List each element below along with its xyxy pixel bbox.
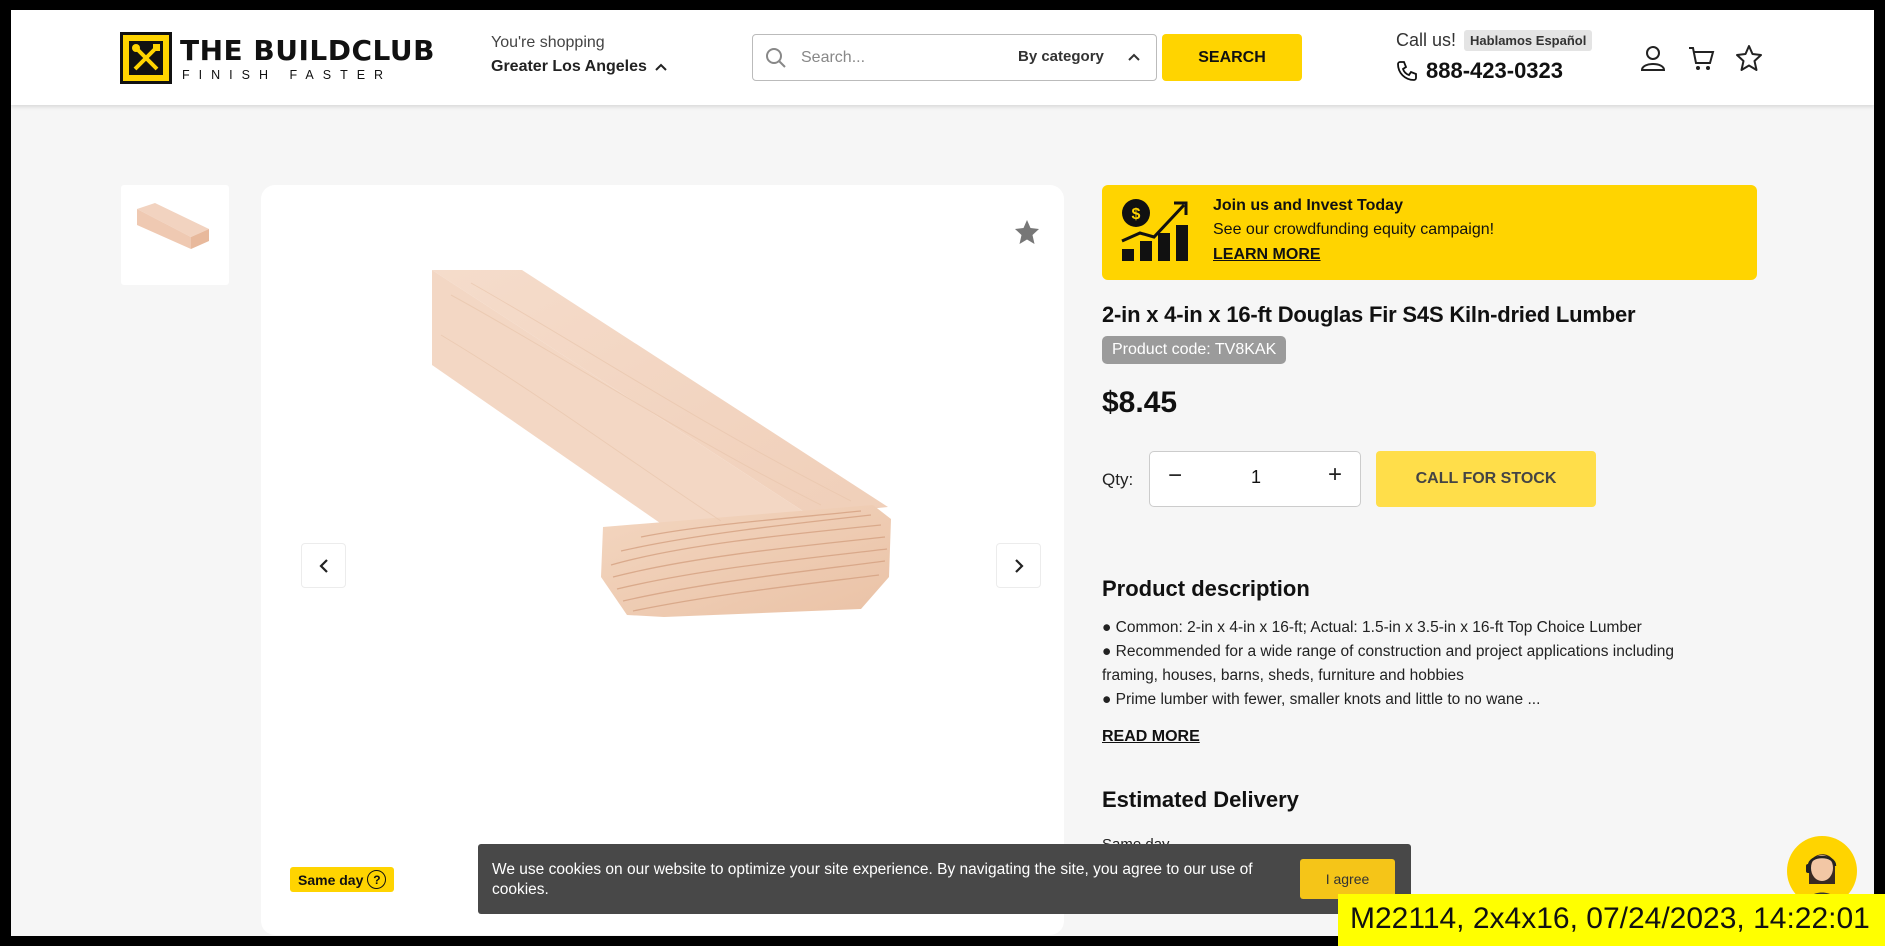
chevron-left-icon (318, 558, 328, 573)
product-image (432, 270, 891, 617)
prev-image-button[interactable] (301, 543, 346, 588)
quantity-stepper: − + (1149, 451, 1361, 507)
site-header: THE BUILDCLUB FINISH FASTER You're shopp… (11, 10, 1874, 105)
logo-wordmark: THE BUILDCLUB (180, 34, 435, 67)
logo-tagline: FINISH FASTER (182, 68, 393, 82)
logo-tools-icon (120, 32, 172, 84)
chevron-up-icon (655, 63, 667, 71)
location-selector[interactable]: You're shopping Greater Los Angeles (491, 34, 667, 76)
qty-label: Qty: (1102, 470, 1134, 489)
product-title: 2-in x 4-in x 16-ft Douglas Fir S4S Kiln… (1102, 302, 1636, 327)
browser-viewport: THE BUILDCLUB FINISH FASTER You're shopp… (11, 10, 1874, 936)
location-value[interactable]: Greater Los Angeles (491, 58, 667, 76)
phone-number: 888-423-0323 (1426, 58, 1564, 83)
search-icon (766, 48, 786, 68)
cookie-banner: We use cookies on our website to optimiz… (478, 844, 1411, 914)
shopping-label: You're shopping (491, 34, 605, 51)
qty-increase-button[interactable]: + (1320, 461, 1350, 489)
search-input[interactable] (801, 45, 1001, 71)
search-button[interactable]: SEARCH (1162, 34, 1302, 81)
next-image-button[interactable] (996, 543, 1041, 588)
qty-decrease-button[interactable]: − (1160, 462, 1190, 490)
phone-icon (1397, 61, 1417, 81)
promo-subtitle: See our crowdfunding equity campaign! (1213, 221, 1495, 238)
location-name: Greater Los Angeles (491, 58, 647, 75)
help-icon[interactable]: ? (367, 870, 387, 889)
svg-text:$: $ (1132, 206, 1141, 223)
product-code-badge: Product code: TV8KAK (1102, 336, 1287, 364)
same-day-badge: Same day ? (290, 867, 395, 892)
site-logo[interactable]: THE BUILDCLUB FINISH FASTER (120, 32, 434, 84)
chevron-right-icon (1014, 558, 1024, 573)
category-dropdown[interactable]: By category (1018, 48, 1140, 65)
same-day-label: Same day (298, 871, 364, 888)
search-bar: By category (752, 34, 1157, 81)
call-us: Call us! Hablamos Español (1396, 30, 1593, 51)
learn-more-link[interactable]: LEARN MORE (1213, 246, 1321, 264)
favorite-star-icon[interactable] (1013, 218, 1041, 246)
call-for-stock-button[interactable]: CALL FOR STOCK (1376, 451, 1596, 507)
description-heading: Product description (1102, 576, 1310, 601)
description-item: ● Prime lumber with fewer, smaller knots… (1102, 691, 1541, 708)
description-item: ● Common: 2-in x 4-in x 16-ft; Actual: 1… (1102, 619, 1642, 636)
category-label: By category (1018, 48, 1104, 65)
chevron-up-icon (1128, 53, 1140, 61)
promo-title: Join us and Invest Today (1213, 197, 1403, 214)
qty-input[interactable] (1216, 467, 1296, 488)
description-list: ● Common: 2-in x 4-in x 16-ft; Actual: 1… (1102, 616, 1722, 712)
star-icon[interactable] (1735, 44, 1763, 72)
growth-chart-icon: $ (1121, 199, 1188, 261)
cookie-text: We use cookies on our website to optimiz… (492, 861, 1253, 898)
call-label: Call us! (1396, 30, 1457, 50)
recording-caption: M22114, 2x4x16, 07/24/2023, 14:22:01 (1338, 894, 1885, 946)
cart-icon[interactable] (1687, 44, 1715, 72)
user-icon[interactable] (1639, 44, 1667, 72)
product-price: $8.45 (1102, 386, 1178, 419)
product-image-gallery: Same day ? (261, 185, 1064, 935)
delivery-heading: Estimated Delivery (1102, 787, 1299, 812)
language-badge: Hablamos Español (1464, 30, 1593, 51)
description-item: ● Recommended for a wide range of constr… (1102, 643, 1674, 684)
product-thumbnail[interactable] (121, 185, 229, 285)
read-more-link[interactable]: READ MORE (1102, 728, 1200, 746)
cookie-agree-button[interactable]: I agree (1300, 859, 1395, 899)
phone-link[interactable]: 888-423-0323 (1396, 58, 1563, 84)
invest-promo-banner: $ Join us and Invest Today See our crowd… (1102, 185, 1757, 280)
